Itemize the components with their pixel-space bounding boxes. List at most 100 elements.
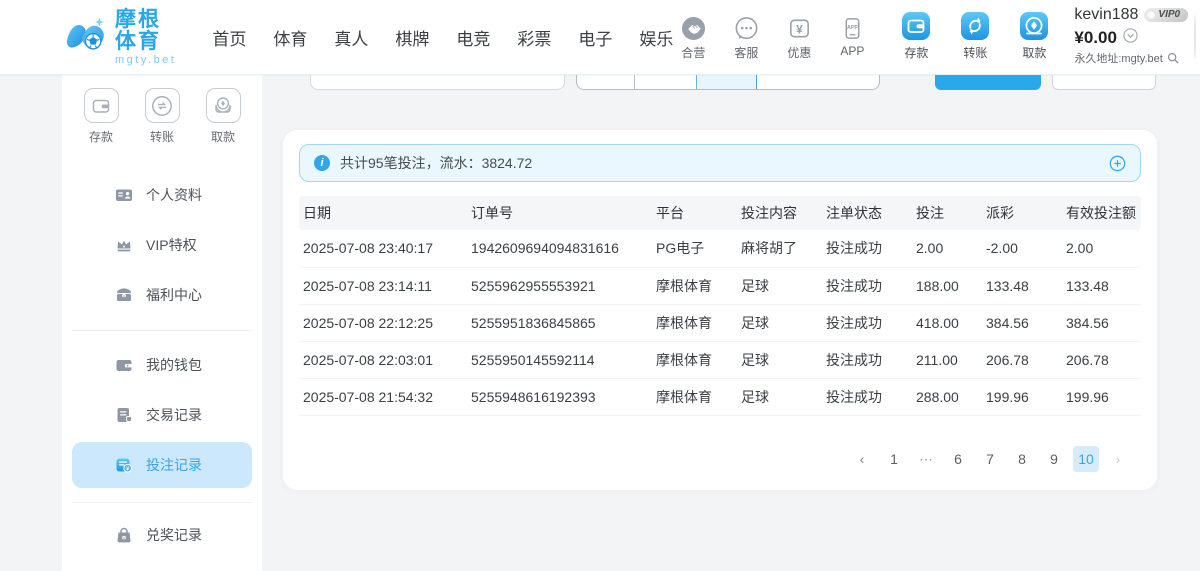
nav-item-entertainment[interactable]: 娱乐 [639,25,673,50]
wallet-actions: 存款 转账 取款 [894,14,1056,61]
pagination: ‹ 1 ⋯ 6 7 8 9 10 › [299,446,1141,472]
transfer-arrows-icon [953,14,997,41]
sidebar-divider [72,502,252,503]
withdraw-gem-icon [1012,14,1056,41]
pagination-page-1[interactable]: 1 [881,446,907,472]
sidebar-item-label: 交易记录 [146,405,202,425]
nav-item-slots[interactable]: 电子 [578,25,612,50]
sidebar-withdraw-button[interactable]: 取款 [201,88,246,145]
col-platform: 平台 [656,196,741,230]
deposit-button[interactable]: 存款 [894,14,938,61]
nav-item-cards[interactable]: 棋牌 [395,25,429,50]
app-download-button[interactable]: APP APP [832,14,872,61]
table-row: 2025-07-08 21:54:32 5255948616192393 摩根体… [299,378,1141,415]
top-header: 摩根体育 mgty.bet 首页 体育 真人 棋牌 电竞 彩票 电子 娱乐 合营 [0,0,1200,75]
sidebar-item-profile[interactable]: 个人资料 [62,170,262,220]
sidebar-item-transactions[interactable]: 交易记录 [62,390,262,440]
transfer-button[interactable]: 转账 [953,14,997,61]
table-row: 2025-07-08 22:03:01 5255950145592114 摩根体… [299,341,1141,378]
pagination-page-6[interactable]: 6 [945,446,971,472]
nav-item-esports[interactable]: 电竞 [456,25,490,50]
nav-item-live[interactable]: 真人 [334,25,368,50]
col-bet: 投注 [916,196,986,230]
deposit-wallet-outline-icon [84,88,119,123]
sidebar-item-label: 兑奖记录 [146,525,202,545]
user-info-panel: kevin188 VIP0 ¥0.00 永久地址:mgty.bet [1074,7,1188,67]
sidebar-menu-group-1: 个人资料 VIP特权 福利中心 [62,170,262,320]
sidebar-item-prize-records[interactable]: 兑 兑奖记录 [62,510,262,560]
brand-logo[interactable]: 摩根体育 mgty.bet [62,9,176,66]
sidebar-quick-actions: 存款 转账 取款 [62,75,262,145]
plus-circle-icon[interactable] [1109,155,1126,172]
table-row: 2025-07-08 23:14:11 5255962955553921 摩根体… [299,267,1141,304]
betting-records-table: 日期 订单号 平台 投注内容 注单状态 投注 派彩 有效投注额 2025-07-… [299,196,1141,416]
col-order-no: 订单号 [471,196,656,230]
transfer-arrows-outline-icon [145,88,180,123]
vip-level-badge[interactable]: VIP0 [1144,8,1188,22]
svg-text:¥: ¥ [126,466,129,472]
pagination-prev[interactable]: ‹ [849,446,875,472]
svg-text:兑: 兑 [123,536,126,540]
wallet-icon [115,356,133,374]
main-nav: 首页 体育 真人 棋牌 电竞 彩票 电子 娱乐 [212,25,673,50]
gift-bag-icon: 兑 [115,526,133,544]
sidebar-divider [72,330,252,331]
phone-app-icon: APP [832,14,872,41]
table-row: 2025-07-08 22:12:25 5255951836845865 摩根体… [299,304,1141,341]
yuan-coupon-icon: ¥ [779,14,819,41]
summary-bar: i 共计95笔投注，流水：3824.72 [299,144,1141,182]
sidebar-item-label: 个人资料 [146,185,202,205]
promo-button[interactable]: ¥ 优惠 [779,14,819,61]
sidebar-item-label: VIP特权 [146,235,197,255]
withdraw-gem-outline-icon [206,88,241,123]
balance-amount: ¥0.00 [1074,29,1117,46]
pagination-page-8[interactable]: 8 [1009,446,1035,472]
header-tools: 合营 客服 ¥ 优惠 APP [673,14,872,61]
id-card-icon [115,186,133,204]
sidebar-item-betting-records[interactable]: ¥ 投注记录 [72,442,252,488]
sidebar-transfer-button[interactable]: 转账 [140,88,185,145]
info-icon: i [314,155,330,171]
magnifier-icon[interactable] [1167,52,1179,67]
col-status: 注单状态 [826,196,916,230]
col-content: 投注内容 [741,196,826,230]
nav-item-lottery[interactable]: 彩票 [517,25,551,50]
svg-text:APP: APP [847,24,858,30]
col-payout: 派彩 [986,196,1066,230]
svg-text:¥: ¥ [796,22,803,36]
support-button[interactable]: 客服 [726,14,766,61]
brand-logo-icon [62,12,108,63]
betting-records-page: 摩根体育 mgty.bet 首页 体育 真人 棋牌 电竞 彩票 电子 娱乐 合营 [0,0,1200,571]
username: kevin188 [1074,7,1138,23]
sidebar-item-welfare[interactable]: 福利中心 [62,270,262,320]
table-row: 2025-07-08 23:40:17 1942609694094831616 … [299,230,1141,267]
sidebar: 存款 转账 取款 [62,75,262,571]
sidebar-item-wallet[interactable]: 我的钱包 [62,340,262,390]
table-header-row: 日期 订单号 平台 投注内容 注单状态 投注 派彩 有效投注额 [299,196,1141,230]
summary-text: 共计95笔投注，流水：3824.72 [340,153,532,173]
col-date: 日期 [299,196,471,230]
nav-item-home[interactable]: 首页 [212,25,246,50]
sidebar-deposit-button[interactable]: 存款 [79,88,124,145]
brand-domain: mgty.bet [115,54,176,66]
pagination-page-9[interactable]: 9 [1041,446,1067,472]
sidebar-item-label: 我的钱包 [146,355,202,375]
handshake-icon [673,14,713,41]
balance-dropdown-icon[interactable] [1123,28,1138,47]
nav-item-sports[interactable]: 体育 [273,25,307,50]
user-avatar[interactable] [1194,14,1196,60]
pagination-page-7[interactable]: 7 [977,446,1003,472]
sidebar-menu-group-3: 兑 兑奖记录 [62,510,262,560]
transaction-record-icon [115,406,133,424]
sidebar-menu-group-2: 我的钱包 交易记录 ¥ 投注记录 [62,340,262,490]
pagination-page-10-active[interactable]: 10 [1073,446,1099,472]
withdraw-button[interactable]: 取款 [1012,14,1056,61]
betting-records-card: i 共计95笔投注，流水：3824.72 日期 订单号 平台 投注内容 注单状态 [283,130,1157,490]
pagination-next[interactable]: › [1105,446,1131,472]
sidebar-item-vip[interactable]: VIP特权 [62,220,262,270]
crown-icon [115,236,133,254]
pagination-ellipsis[interactable]: ⋯ [913,446,939,472]
brand-name: 摩根体育 [115,9,176,53]
col-valid-bet: 有效投注额 [1066,196,1141,230]
partner-button[interactable]: 合营 [673,14,713,61]
